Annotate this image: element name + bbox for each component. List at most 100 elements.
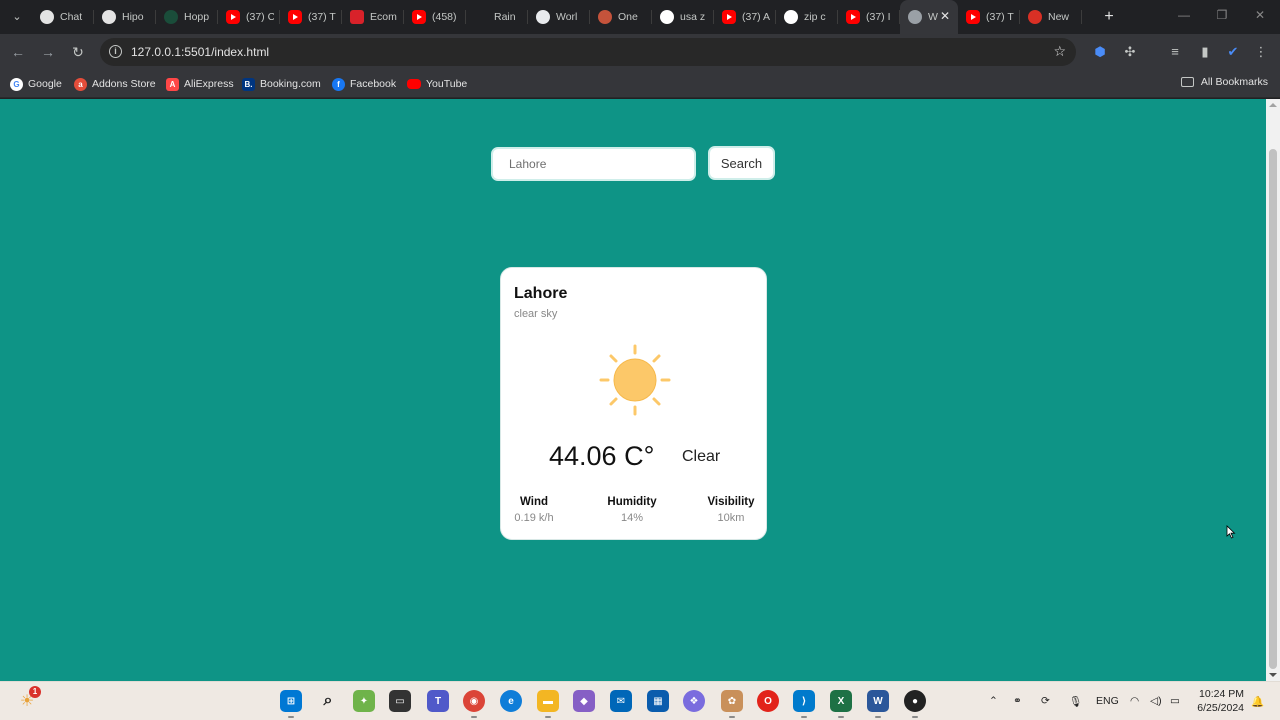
tab-title: (37) C [246,11,274,23]
extensions-puzzle-icon[interactable]: ✣ [1121,43,1139,61]
folder-icon [1180,77,1194,87]
edge-icon[interactable]: e [500,690,522,712]
copilot-icon[interactable]: ✦ [353,690,375,712]
side-panel-icon[interactable]: ▮ [1196,43,1214,61]
weather-card: Lahore clear sky 44.06 C° Clear Wind 0.1… [500,267,767,540]
browser-tab[interactable]: (37) T [280,0,342,34]
browser-tab[interactable]: (37) C [218,0,280,34]
excel-icon[interactable]: X [830,690,852,718]
browser-tab[interactable]: (37) A [714,0,776,34]
vscode-icon[interactable]: ⟩ [793,690,815,718]
sync-icon[interactable]: ⟳ [1041,695,1050,707]
close-tab-icon[interactable]: ✕ [940,9,950,23]
visibility-stat: Visibility 10km [691,496,771,524]
browser-toolbar: ← → ↻ i 127.0.0.1:5501/index.html ☆ ⬢ ✣ … [0,34,1280,70]
word-icon[interactable]: W [867,690,889,718]
bookmark-label: Google [28,78,62,90]
close-window-icon[interactable]: ✕ [1252,8,1268,22]
scrollbar-thumb[interactable] [1269,149,1277,669]
all-bookmarks-button[interactable]: All Bookmarks [1180,76,1268,88]
browser-tab[interactable]: Hopp [156,0,218,34]
browser-tab[interactable]: usa z [652,0,714,34]
bookmark-item[interactable]: a Addons Store [74,76,156,92]
tab-title: usa z [680,11,706,23]
page-scrollbar[interactable] [1266,99,1280,681]
browser-tab[interactable]: Chat [32,0,94,34]
volume-icon[interactable]: ◁) [1150,695,1162,707]
task-view-icon[interactable]: ▭ [389,690,411,712]
teams-icon[interactable]: T [427,690,449,712]
browser-tab[interactable]: (37) T [958,0,1020,34]
photos-icon[interactable]: ✿ [721,690,743,718]
bookmark-item[interactable]: G Google [10,76,62,92]
store-icon[interactable]: ▦ [647,690,669,712]
file-explorer-icon[interactable]: ▬ [537,690,559,718]
tab-title: Chat [60,11,83,23]
battery-icon[interactable]: ▭ [1170,695,1180,707]
clock-date: 6/25/2024 [1197,702,1244,714]
bookmark-item[interactable]: f Facebook [332,76,396,92]
browser-tab[interactable]: New [1020,0,1082,34]
bookmark-item[interactable]: B. Booking.com [242,76,321,92]
bookmark-star-icon[interactable]: ☆ [1053,43,1066,60]
app-icon[interactable]: ❖ [683,690,705,712]
minimize-icon[interactable]: — [1176,8,1192,22]
scroll-down-arrow-icon[interactable] [1269,673,1277,677]
search-button[interactable]: Search [708,146,775,180]
temperature: 44.06 C° [549,441,655,471]
back-arrow-icon[interactable]: ← [8,42,28,62]
forward-arrow-icon[interactable]: → [38,42,58,62]
youtube-icon [966,10,980,24]
notification-bell-icon[interactable]: 🔔 [1251,695,1264,708]
sun-icon [599,344,671,416]
password-extension-icon[interactable]: ⬢ [1091,43,1109,61]
globe-icon [908,10,922,24]
google-bookmark-icon: G [10,77,23,91]
site-info-icon[interactable]: i [109,45,122,58]
browser-tab[interactable]: Hipo [94,0,156,34]
chrome-icon[interactable]: ◉ [463,690,485,718]
address-bar[interactable]: i 127.0.0.1:5501/index.html ☆ [100,38,1076,66]
notification-badge: 1 [29,686,41,698]
scroll-up-arrow-icon[interactable] [1269,103,1277,107]
city-search-input[interactable] [491,147,696,181]
browser-tab[interactable]: zip c [776,0,838,34]
mouse-cursor-icon [1226,525,1236,539]
weather-condition: Clear [682,448,721,465]
browser-tab[interactable]: (458) [404,0,466,34]
browser-tab[interactable]: Worl [528,0,590,34]
mail-icon[interactable]: ✉ [610,690,632,712]
browser-tab[interactable]: (37) I [838,0,900,34]
address-url[interactable]: 127.0.0.1:5501/index.html [131,45,269,59]
tab-title: Worl [556,11,578,23]
opera-icon[interactable]: O [757,690,779,712]
reading-list-icon[interactable]: ≡ [1166,43,1184,61]
show-hidden-icons-icon[interactable]: ⌃ [989,695,998,707]
bookmark-label: Booking.com [260,78,321,90]
tab-strip: ⌄ Chat Hipo Hopp (37) C (37) T Ecom (458) Rain W… [0,0,1280,34]
stat-label: Visibility [707,496,755,508]
tab-search-chevron-icon[interactable]: ⌄ [6,7,28,27]
new-tab-plus-icon[interactable]: + [1100,7,1118,27]
bookmark-item[interactable]: YouTube [407,76,467,92]
system-clock[interactable]: 10:24 PM 6/25/2024 [1197,687,1244,715]
reload-icon[interactable]: ↻ [68,42,88,62]
bookmark-label: AliExpress [184,78,234,90]
wifi-icon[interactable]: ◠ [1130,695,1139,707]
menu-kebab-icon[interactable]: ⋮ [1252,43,1270,61]
security-icon[interactable]: ⚭ [1013,695,1022,707]
profile-icon[interactable]: ✔ [1224,43,1242,61]
search-icon[interactable]: ⌕ [317,690,339,712]
browser-tab[interactable]: One [590,0,652,34]
obs-icon[interactable]: ● [904,690,926,718]
start-windows-icon[interactable]: ⊞ [280,690,302,718]
language-indicator[interactable]: ENG [1096,695,1119,707]
tab-title: Rain [494,11,516,23]
bookmark-item[interactable]: A AliExpress [166,76,234,92]
restore-icon[interactable]: ❐ [1214,8,1230,22]
microphone-icon[interactable]: 🎙 [1069,695,1082,708]
visual-studio-icon[interactable]: ◆ [573,690,595,712]
browser-tab[interactable]: W ✕ [900,0,958,34]
browser-tab[interactable]: Rain [466,0,528,34]
browser-tab[interactable]: Ecom [342,0,404,34]
